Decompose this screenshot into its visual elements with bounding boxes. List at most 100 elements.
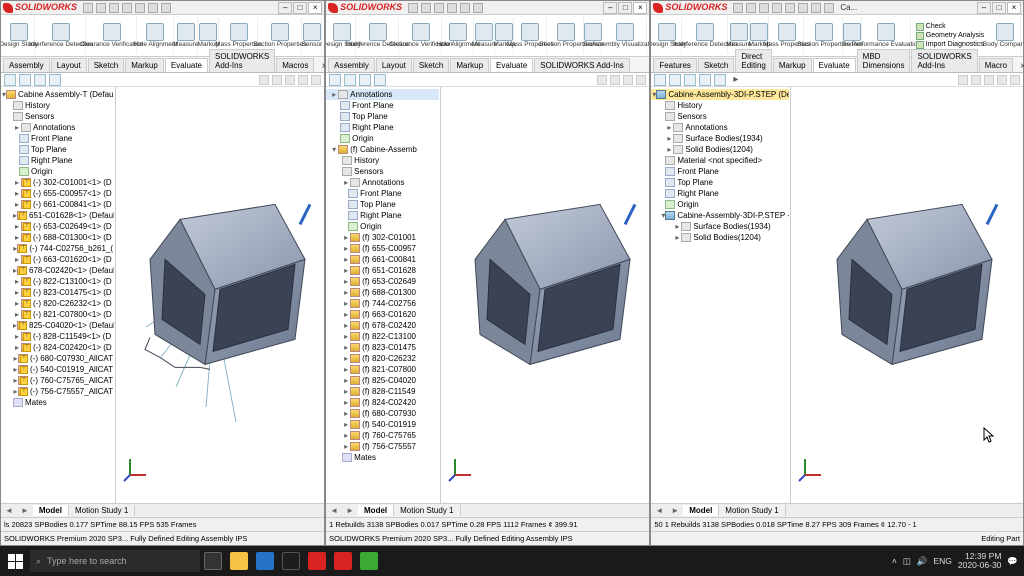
tree-top-plane[interactable]: Top Plane <box>352 112 388 121</box>
maximize-button[interactable]: □ <box>293 2 307 14</box>
taskbar-app-explorer[interactable] <box>226 548 252 574</box>
view-style-icon[interactable] <box>971 75 981 85</box>
taskbar-app-edge[interactable] <box>252 548 278 574</box>
view-section-icon[interactable] <box>285 75 295 85</box>
start-button[interactable] <box>0 546 30 576</box>
qat-save-icon[interactable] <box>772 3 782 13</box>
tree-part[interactable]: (f) 688-C01300 <box>362 288 416 297</box>
tree-top-plane[interactable]: Top Plane <box>360 200 396 209</box>
tray-lang[interactable]: ENG <box>934 556 952 566</box>
fm-tab-config-icon[interactable] <box>359 74 371 86</box>
view-section-icon[interactable] <box>623 75 633 85</box>
maximize-button[interactable]: □ <box>992 2 1006 14</box>
view-scene-icon[interactable] <box>298 75 308 85</box>
tab-sketch[interactable]: Sketch <box>413 58 449 72</box>
tab-motion-study[interactable]: Motion Study 1 <box>69 505 135 516</box>
tree-mates[interactable]: Mates <box>354 453 376 462</box>
tree-part[interactable]: (-) 824-C02420<1> (D <box>33 343 112 352</box>
view-hide-icon[interactable] <box>1010 75 1020 85</box>
ribbon-import-diagnostics[interactable]: Import Diagnostics <box>916 41 984 49</box>
tree-part[interactable]: (-) 820-C26232<1> (D <box>33 299 112 308</box>
tree-top-plane[interactable]: Top Plane <box>677 178 713 187</box>
tab-evaluate[interactable]: Evaluate <box>490 58 533 72</box>
tab-model[interactable]: Model <box>683 505 719 516</box>
notifications-icon[interactable]: 💬 <box>1007 556 1018 567</box>
tree-sensors[interactable]: Sensors <box>354 167 383 176</box>
tab-features[interactable]: Features <box>653 58 697 72</box>
qat-undo-icon[interactable] <box>148 3 158 13</box>
tab-assembly[interactable]: Assembly <box>3 58 50 72</box>
qat-home-icon[interactable] <box>733 3 743 13</box>
tab-sketch[interactable]: Sketch <box>698 58 734 72</box>
tab-motion-study[interactable]: Motion Study 1 <box>719 505 785 516</box>
view-hide-icon[interactable] <box>311 75 321 85</box>
fm-tab-feature-tree-icon[interactable] <box>4 74 16 86</box>
taskbar-search[interactable]: ⌕ Type here to search <box>30 550 200 572</box>
tree-solid-bodies[interactable]: Solid Bodies(1204) <box>685 145 753 154</box>
cabin-model[interactable] <box>120 189 320 381</box>
tab-addins[interactable]: SOLIDWORKS Add-Ins <box>209 49 275 72</box>
feature-tree[interactable]: ▾Cabine Assembly-T (Default<D History Se… <box>1 87 116 503</box>
qat-options-icon[interactable] <box>473 3 483 13</box>
qat-save-icon[interactable] <box>447 3 457 13</box>
tab-addins[interactable]: SOLIDWORKS Add-Ins <box>534 58 630 72</box>
tree-annotations[interactable]: Annotations <box>33 123 75 132</box>
close-button[interactable]: × <box>1007 2 1021 14</box>
ribbon-section-props[interactable]: Section Properties <box>548 17 584 54</box>
view-scene-icon[interactable] <box>636 75 646 85</box>
expand-icon[interactable]: ▸ <box>13 123 21 132</box>
ribbon-section-props[interactable]: Section Properties <box>805 17 843 54</box>
qat-rebuild-icon[interactable] <box>811 3 821 13</box>
taskbar-clock[interactable]: 12:39 PM 2020-06-30 <box>958 552 1001 571</box>
tree-part[interactable]: (f) 663-C01620 <box>362 310 416 319</box>
tree-part[interactable]: (f) 653-C02649 <box>362 277 416 286</box>
tree-part[interactable]: (f) 821-C07800 <box>362 365 416 374</box>
tree-part[interactable]: 825-C04020<1> (Defaul <box>29 321 114 330</box>
tree-part[interactable]: (-) 540-C01919_AllCAT <box>30 365 113 374</box>
view-section-icon[interactable] <box>984 75 994 85</box>
prev-tab-icon[interactable]: ◄ <box>326 506 342 515</box>
graphics-view[interactable] <box>791 87 1023 503</box>
tree-part[interactable]: (f) 661-C00841 <box>362 255 416 264</box>
tree-material[interactable]: Material <not specified> <box>677 156 762 165</box>
taskbar-app-solidworks-2[interactable] <box>330 548 356 574</box>
view-orientation-icon[interactable] <box>259 75 269 85</box>
tab-motion-study[interactable]: Motion Study 1 <box>394 505 460 516</box>
prev-tab-icon[interactable]: ◄ <box>651 506 667 515</box>
close-button[interactable]: × <box>633 2 647 14</box>
tree-part[interactable]: (f) 820-C26232 <box>362 354 416 363</box>
tree-right-plane[interactable]: Right Plane <box>31 156 72 165</box>
ribbon-geometry-analysis[interactable]: Geometry Analysis <box>916 32 984 40</box>
tree-origin[interactable]: Origin <box>677 200 698 209</box>
tree-history[interactable]: History <box>354 156 379 165</box>
tree-part[interactable]: (-) 655-C00957<1> (D <box>33 189 112 198</box>
tree-part[interactable]: (f) 651-C01628 <box>362 266 416 275</box>
tree-right-plane[interactable]: Right Plane <box>677 189 718 198</box>
tray-network-icon[interactable]: ◫ <box>903 556 911 567</box>
tab-evaluate[interactable]: Evaluate <box>165 58 208 72</box>
qat-select-icon[interactable] <box>798 3 808 13</box>
tab-model[interactable]: Model <box>33 505 69 516</box>
tree-part[interactable]: (-) 744-C02756_b261_( <box>29 244 113 253</box>
fm-tab-extra-icon[interactable] <box>714 74 726 86</box>
tree-origin[interactable]: Origin <box>352 134 373 143</box>
tab-layout[interactable]: Layout <box>376 58 412 72</box>
qat-options-icon[interactable] <box>824 3 834 13</box>
tree-root[interactable]: Cabine-Assembly-3DI-P.STEP (Default <box>668 90 789 99</box>
prev-tab-icon[interactable]: ◄ <box>1 506 17 515</box>
feature-tree[interactable]: ▸Annotations Front Plane Top Plane Right… <box>326 87 441 503</box>
close-button[interactable]: × <box>308 2 322 14</box>
tree-sensors[interactable]: Sensors <box>25 112 54 121</box>
tree-annotations[interactable]: Annotations <box>362 178 404 187</box>
cabin-model[interactable] <box>807 189 1007 381</box>
ribbon-design-study[interactable]: Design Study <box>328 17 356 54</box>
fm-tab-feature-tree-icon[interactable] <box>329 74 341 86</box>
tab-sketch[interactable]: Sketch <box>88 58 124 72</box>
tree-part[interactable]: (f) 302-C01001 <box>362 233 416 242</box>
qat-open-icon[interactable] <box>434 3 444 13</box>
tab-markup[interactable]: Markup <box>125 58 164 72</box>
tree-history[interactable]: History <box>677 101 702 110</box>
tab-model[interactable]: Model <box>358 505 394 516</box>
ribbon-measure[interactable]: Measure <box>475 17 495 54</box>
doc-close-icon[interactable]: × <box>1014 61 1024 72</box>
